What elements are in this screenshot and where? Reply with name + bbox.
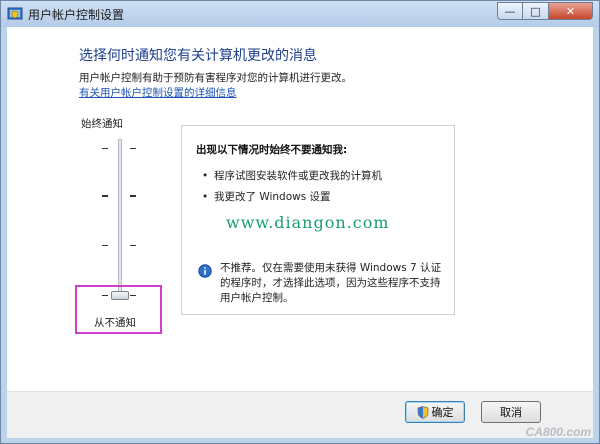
dialog-content: 选择何时通知您有关计算机更改的消息 用户帐户控制有助于预防有害程序对您的计算机进…: [7, 27, 593, 438]
minimize-button[interactable]: —: [497, 2, 523, 20]
slider-tick: [130, 148, 136, 149]
info-icon: [198, 264, 212, 278]
bullet-icon: •: [202, 191, 209, 203]
cancel-button-label: 取消: [500, 406, 522, 419]
maximize-icon: □: [530, 4, 541, 18]
button-bar: 确定 取消: [7, 391, 593, 438]
ok-button[interactable]: 确定: [405, 401, 465, 423]
site-watermark-text: www.diangon.com: [226, 213, 390, 232]
minimize-icon: —: [504, 4, 516, 18]
slider-tick: [102, 148, 108, 149]
ok-button-label: 确定: [431, 406, 454, 419]
window-controls: — □ ✕: [497, 2, 593, 20]
bullet-icon: •: [202, 170, 209, 182]
slider-top-label: 始终通知: [81, 118, 123, 130]
list-item: • 程序试图安装软件或更改我的计算机: [202, 168, 382, 183]
uac-shield-icon: [7, 7, 23, 20]
page-description: 用户帐户控制有助于预防有害程序对您的计算机进行更改。: [79, 72, 352, 84]
level-description-panel: 出现以下情况时始终不要通知我: • 程序试图安装软件或更改我的计算机 • 我更改了 …: [181, 125, 455, 315]
corner-watermark: CA800.com: [525, 425, 591, 439]
uac-shield-icon: [417, 405, 428, 419]
title-bar[interactable]: 用户帐户控制设置 — □ ✕: [1, 1, 599, 27]
close-button[interactable]: ✕: [549, 2, 593, 20]
panel-title: 出现以下情况时始终不要通知我:: [196, 144, 348, 156]
slider-bottom-label: 从不通知: [94, 317, 136, 329]
slider-tick: [102, 245, 108, 246]
page-heading: 选择何时通知您有关计算机更改的消息: [79, 48, 317, 64]
slider-tick: [130, 195, 136, 197]
cancel-button[interactable]: 取消: [481, 401, 541, 423]
uac-settings-window: 用户帐户控制设置 — □ ✕ 选择何时通知您有关计算机更改的消息 用户帐户控制有…: [0, 0, 600, 444]
uac-details-link[interactable]: 有关用户帐户控制设置的详细信息: [79, 85, 237, 100]
list-item-text: 程序试图安装软件或更改我的计算机: [214, 170, 382, 182]
close-icon: ✕: [565, 4, 576, 18]
warning-note: 不推荐。仅在需要使用未获得 Windows 7 认证的程序时，才选择此选项，因为…: [220, 262, 442, 304]
slider-tick: [130, 245, 136, 246]
maximize-button[interactable]: □: [523, 2, 549, 20]
list-item-text: 我更改了 Windows 设置: [214, 191, 331, 203]
window-title: 用户帐户控制设置: [28, 8, 125, 22]
list-item: • 我更改了 Windows 设置: [202, 189, 331, 204]
notification-level-slider-track[interactable]: [118, 139, 122, 297]
slider-tick: [102, 195, 108, 197]
